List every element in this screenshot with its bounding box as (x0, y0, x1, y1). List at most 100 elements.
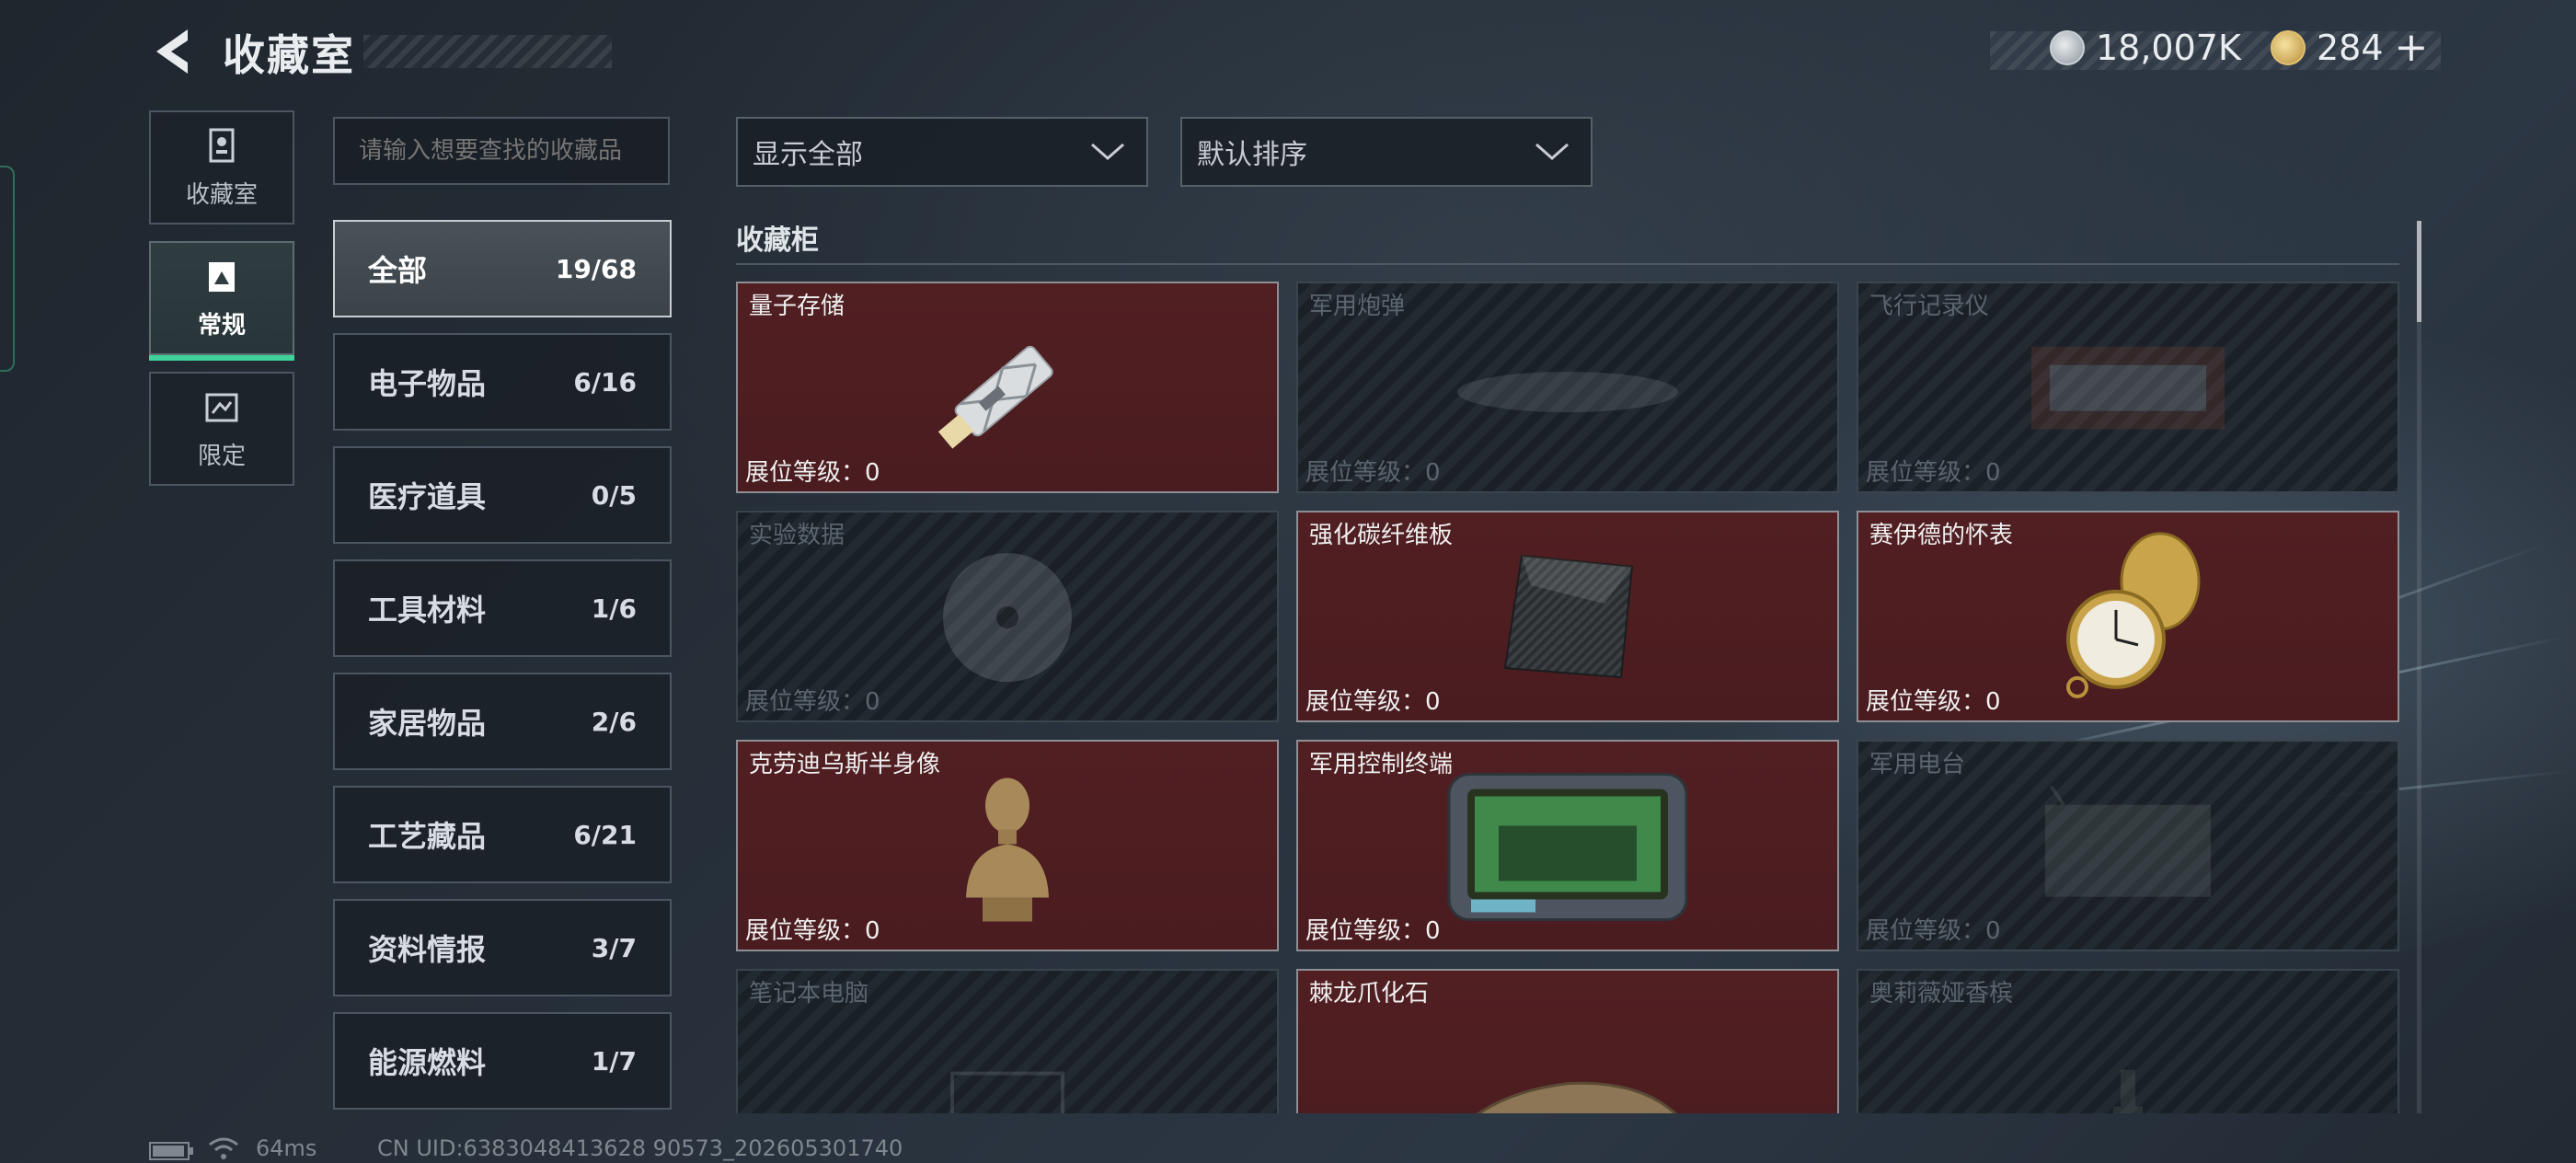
collection-card[interactable]: 实验数据 展位等级：0 (736, 511, 1279, 722)
back-button[interactable] (147, 24, 202, 79)
booth-level-label: 展位等级： (1305, 688, 1426, 716)
booth-level-label: 展位等级： (1866, 688, 1986, 716)
collection-card[interactable]: 克劳迪乌斯半身像展位等级：0 (736, 740, 1279, 951)
limited-card-icon (205, 393, 238, 421)
booth-level-label: 展位等级： (745, 688, 866, 716)
document-icon (209, 261, 235, 292)
item-name: 赛伊德的怀表 (1869, 522, 2014, 549)
disc-icon (938, 548, 1076, 690)
booth-level-value: 0 (1425, 688, 1441, 716)
category-item[interactable]: 工具材料 1/6 (333, 559, 672, 657)
sort-value: 默认排序 (1197, 139, 1307, 171)
category-name: 能源燃料 (368, 1045, 487, 1080)
booth-level: 展位等级：0 (745, 912, 880, 946)
section-divider (736, 263, 2399, 265)
battery-icon (149, 1142, 193, 1160)
item-name: 量子存储 (749, 293, 845, 320)
filter-dropdown[interactable]: 显示全部 (736, 117, 1148, 187)
booth-level-value: 0 (1425, 459, 1441, 487)
booth-level-value: 0 (1425, 917, 1441, 945)
champagne-icon (2091, 1061, 2165, 1113)
item-name: 军用炮弹 (1309, 293, 1406, 320)
item-name: 强化碳纤维板 (1309, 522, 1454, 549)
category-item[interactable]: 全部 19/68 (333, 220, 672, 317)
category-item[interactable]: 医疗道具 0/5 (333, 446, 672, 544)
collection-card[interactable]: 强化碳纤维板展位等级：0 (1296, 511, 1839, 722)
category-count: 1/7 (591, 1045, 637, 1077)
add-gold-button[interactable]: + (2395, 28, 2429, 68)
category-item[interactable]: 能源燃料 1/7 (333, 1012, 672, 1110)
booth-level-value: 0 (1985, 917, 2001, 945)
booth-level: 展位等级：0 (1305, 454, 1441, 488)
usb-drive-icon (934, 324, 1081, 456)
item-name: 笔记本电脑 (749, 980, 869, 1008)
item-name: 军用控制终端 (1309, 751, 1454, 778)
category-count: 19/68 (555, 253, 637, 284)
control-terminal-icon (1443, 768, 1692, 928)
collection-card[interactable]: 飞行记录仪 展位等级：0 (1857, 282, 2399, 493)
section-title: 收藏柜 (736, 225, 819, 257)
tab-regular[interactable]: 常规 (149, 241, 294, 361)
booth-level-value: 0 (865, 917, 880, 945)
category-count: 6/21 (573, 819, 637, 850)
category-count: 0/5 (591, 479, 637, 511)
category-item[interactable]: 资料情报 3/7 (333, 899, 672, 996)
title-decoration (363, 35, 612, 68)
wifi-icon (209, 1137, 238, 1159)
scrollbar-thumb[interactable] (2417, 221, 2421, 322)
chevron-down-icon (1091, 143, 1124, 161)
bust-icon (957, 768, 1058, 928)
booth-level-label: 展位等级： (1866, 917, 1986, 945)
category-name: 家居物品 (368, 706, 487, 741)
booth-level: 展位等级：0 (745, 454, 880, 488)
search-input[interactable] (333, 117, 670, 185)
category-item[interactable]: 家居物品 2/6 (333, 673, 672, 770)
tab-label: 限定 (197, 442, 246, 470)
sort-dropdown[interactable]: 默认排序 (1180, 117, 1593, 187)
booth-level-label: 展位等级： (745, 459, 866, 487)
booth-level: 展位等级：0 (1866, 683, 2001, 717)
radio-icon (2027, 776, 2229, 910)
collection-card[interactable]: 军用控制终端展位等级：0 (1296, 740, 1839, 951)
page-title: 收藏室 (223, 30, 355, 80)
category-name: 全部 (368, 253, 428, 288)
collection-card[interactable]: 棘龙爪化石 (1296, 969, 1839, 1113)
back-arrow-icon (156, 29, 188, 74)
silver-amount: 18,007K (2096, 28, 2241, 68)
uid-text: CN UID:6383048413628 90573_202605301740 (377, 1135, 903, 1161)
edge-handle[interactable] (0, 166, 15, 372)
booth-level: 展位等级：0 (745, 683, 880, 717)
item-name: 克劳迪乌斯半身像 (749, 751, 941, 778)
collection-grid: 量子存储 展位等级：0 军用炮弹 展位等级：0 飞行记录仪 展位等级：0 实验数据 展位等级：… (736, 282, 2399, 1113)
category-count: 1/6 (591, 593, 637, 624)
booth-level: 展位等级：0 (1866, 454, 2001, 488)
booth-level-label: 展位等级： (1305, 459, 1426, 487)
ping-text: 64ms (256, 1135, 317, 1161)
collection-card[interactable]: 赛伊德的怀表展位等级：0 (1857, 511, 2399, 722)
scrollbar-track[interactable] (2417, 221, 2421, 1113)
booth-level-value: 0 (1985, 459, 2001, 487)
category-count: 3/7 (591, 932, 637, 963)
category-item[interactable]: 电子物品 6/16 (333, 333, 672, 431)
category-count: 6/16 (573, 366, 637, 397)
shell-icon (1448, 341, 1687, 437)
gold-amount: 284 (2317, 28, 2384, 68)
gold-currency: 284 + (2271, 28, 2428, 68)
tab-collection-room[interactable]: 收藏室 (149, 110, 294, 225)
carbon-plate-icon (1494, 548, 1641, 690)
tab-limited[interactable]: 限定 (149, 372, 294, 486)
booth-level-label: 展位等级： (745, 917, 866, 945)
booth-level-value: 0 (865, 688, 880, 716)
category-name: 电子物品 (368, 366, 487, 401)
collection-card[interactable]: 量子存储展位等级：0 (736, 282, 1279, 493)
category-item[interactable]: 工艺藏品 6/21 (333, 786, 672, 883)
collection-card[interactable]: 笔记本电脑 (736, 969, 1279, 1113)
collection-card[interactable]: 奥莉薇娅香槟 (1857, 969, 2399, 1113)
booth-level-label: 展位等级： (1305, 917, 1426, 945)
silver-currency: 18,007K (2050, 28, 2241, 68)
tab-label: 常规 (197, 311, 246, 340)
collection-card[interactable]: 军用电台展位等级：0 (1857, 740, 2399, 951)
item-name: 军用电台 (1869, 751, 1966, 778)
booth-level: 展位等级：0 (1866, 912, 2001, 946)
collection-card[interactable]: 军用炮弹展位等级：0 (1296, 282, 1839, 493)
